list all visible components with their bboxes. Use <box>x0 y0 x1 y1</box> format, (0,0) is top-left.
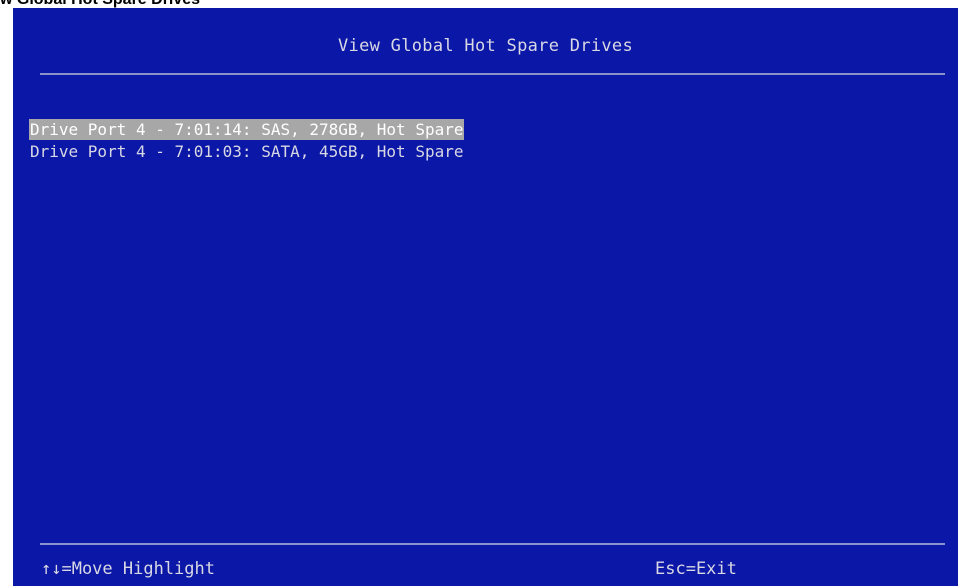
move-highlight-hint: ↑↓=Move Highlight <box>41 559 215 579</box>
screen-title: View Global Hot Spare Drives <box>338 36 633 56</box>
header-divider <box>40 73 945 75</box>
bios-screen: View Global Hot Spare Drives Drive Port … <box>13 8 958 586</box>
drive-item[interactable]: Drive Port 4 - 7:01:03: SATA, 45GB, Hot … <box>29 141 464 162</box>
drive-list: Drive Port 4 - 7:01:14: SAS, 278GB, Hot … <box>29 119 465 163</box>
footer-divider <box>40 543 945 545</box>
exit-hint: Esc=Exit <box>655 559 737 579</box>
drive-item-selected[interactable]: Drive Port 4 - 7:01:14: SAS, 278GB, Hot … <box>29 119 465 140</box>
